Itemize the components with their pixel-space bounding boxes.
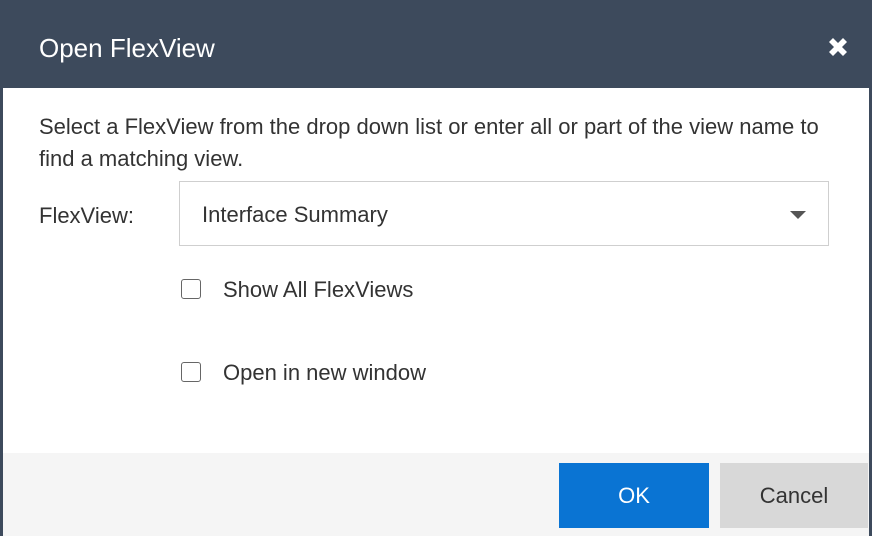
dialog-description: Select a FlexView from the drop down lis…	[39, 114, 819, 171]
chevron-down-icon	[790, 211, 806, 219]
open-in-new-window-checkbox[interactable]	[181, 362, 201, 382]
ok-button[interactable]: OK	[559, 463, 709, 528]
open-flexview-dialog: Open FlexView Select a FlexView from the…	[0, 0, 872, 536]
cancel-button[interactable]: Cancel	[720, 463, 868, 528]
close-icon[interactable]	[825, 34, 851, 60]
dialog-footer: OK Cancel	[3, 453, 869, 536]
dialog-titlebar: Open FlexView	[3, 3, 869, 88]
flexview-label: FlexView:	[39, 203, 134, 228]
show-all-flexviews-label: Show All FlexViews	[223, 277, 414, 302]
open-in-new-window-label: Open in new window	[223, 360, 427, 385]
flexview-selected-value: Interface Summary	[202, 202, 388, 227]
flexview-select[interactable]: Interface Summary	[179, 181, 829, 246]
dialog-title: Open FlexView	[39, 33, 215, 63]
show-all-flexviews-checkbox[interactable]	[181, 279, 201, 299]
